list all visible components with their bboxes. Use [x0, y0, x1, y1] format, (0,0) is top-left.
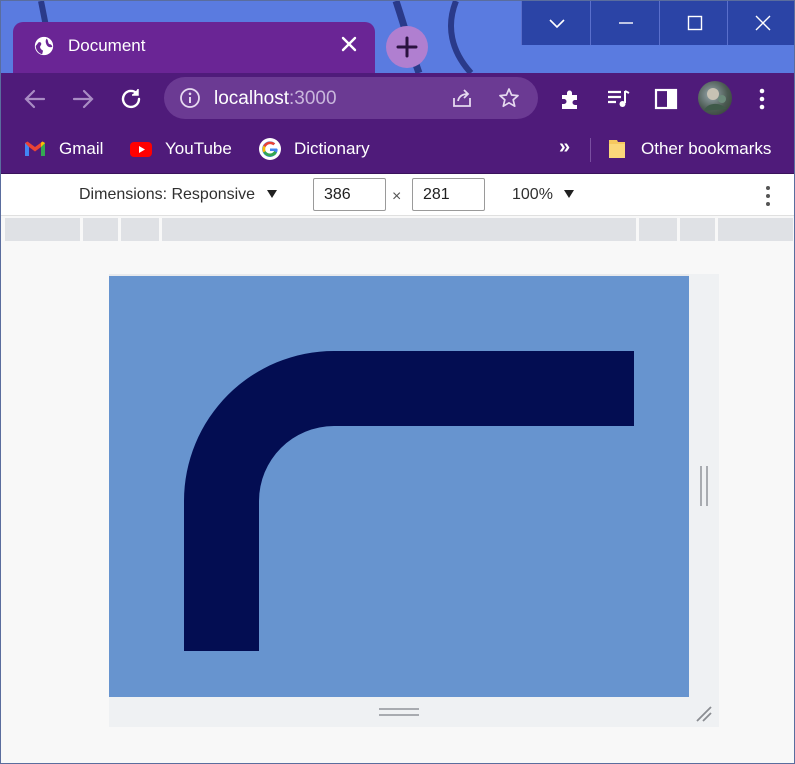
resize-handle-right[interactable] — [689, 274, 719, 697]
rounded-corner-shape — [184, 351, 634, 651]
media-query-segment[interactable] — [121, 218, 159, 241]
minimize-icon — [618, 22, 633, 24]
media-query-bar — [1, 216, 794, 243]
bookmark-dictionary[interactable]: Dictionary — [258, 137, 370, 161]
maximize-icon — [687, 15, 702, 31]
reload-icon[interactable] — [118, 86, 144, 112]
horizontal-grip-icon — [379, 708, 419, 716]
bookmark-gmail[interactable]: Gmail — [23, 137, 103, 161]
chevron-down-icon — [549, 19, 565, 29]
url-text: localhost:3000 — [214, 88, 337, 110]
height-input[interactable] — [412, 178, 485, 211]
google-icon — [259, 138, 281, 160]
gmail-icon — [25, 141, 45, 156]
share-icon[interactable] — [450, 86, 474, 110]
tab-search-button[interactable] — [521, 1, 590, 45]
browser-toolbar: localhost:3000 — [1, 73, 794, 125]
profile-avatar[interactable] — [698, 81, 732, 115]
url-host: localhost — [214, 88, 289, 109]
bookmark-label: Other bookmarks — [641, 139, 772, 158]
window-controls — [521, 1, 794, 45]
resize-handle-bottom[interactable] — [109, 697, 719, 727]
bookmarks-bar: Gmail YouTube Dictionary » Other bookmar… — [1, 125, 794, 174]
bookmark-label: Dictionary — [294, 139, 370, 158]
puzzle-icon[interactable] — [558, 86, 584, 112]
media-query-segment[interactable] — [639, 218, 677, 241]
bookmark-youtube[interactable]: YouTube — [129, 137, 232, 161]
info-icon[interactable] — [179, 87, 201, 109]
close-icon — [755, 15, 771, 31]
close-window-button[interactable] — [727, 1, 794, 45]
resize-corner-icon[interactable] — [693, 703, 713, 723]
zoom-label: 100% — [512, 186, 553, 203]
star-icon[interactable] — [497, 86, 521, 110]
youtube-icon — [130, 142, 152, 157]
kebab-menu-icon[interactable] — [761, 184, 775, 208]
viewport-stage — [1, 243, 794, 763]
side-panel-icon[interactable] — [653, 86, 679, 112]
media-queue-icon[interactable] — [605, 86, 631, 112]
folder-icon — [609, 140, 625, 158]
avatar-image — [704, 88, 726, 111]
forward-arrow-icon[interactable] — [70, 86, 96, 112]
bookmarks-overflow-button[interactable]: » — [559, 136, 570, 159]
media-query-segment[interactable] — [83, 218, 118, 241]
globe-icon — [34, 36, 54, 56]
media-query-segment[interactable] — [718, 218, 793, 241]
tab-strip: Document — [1, 1, 794, 73]
width-input[interactable] — [313, 178, 386, 211]
dropdown-arrow-icon — [564, 190, 575, 198]
bookmark-label: Gmail — [59, 139, 104, 158]
minimize-button[interactable] — [589, 1, 659, 45]
dimensions-label: Dimensions: Responsive — [79, 186, 256, 203]
tab-title: Document — [68, 36, 146, 55]
bookmarks-separator — [590, 138, 591, 162]
media-query-segment[interactable] — [162, 218, 636, 241]
new-tab-button[interactable] — [386, 26, 428, 68]
tab-document[interactable]: Document — [13, 22, 375, 73]
kebab-menu-icon[interactable] — [749, 86, 775, 112]
media-query-segment[interactable] — [5, 218, 80, 241]
media-query-segment[interactable] — [680, 218, 715, 241]
times-sign: × — [392, 188, 402, 205]
device-toolbar: Dimensions: Responsive × 100% — [1, 174, 794, 216]
dimensions-dropdown[interactable]: Dimensions: Responsive — [79, 186, 278, 204]
vertical-grip-icon — [700, 466, 708, 506]
bookmark-label: YouTube — [165, 139, 232, 158]
url-port: :3000 — [289, 88, 337, 109]
address-bar[interactable]: localhost:3000 — [164, 77, 538, 119]
browser-window: Document localhost:3000 Gmail YouTube Di… — [0, 0, 795, 764]
plus-icon — [396, 36, 418, 58]
dropdown-arrow-icon — [266, 190, 277, 198]
back-arrow-icon[interactable] — [22, 86, 48, 112]
other-bookmarks[interactable]: Other bookmarks — [605, 137, 771, 161]
zoom-dropdown[interactable]: 100% — [512, 186, 575, 204]
emulated-page — [109, 274, 689, 697]
close-icon[interactable] — [339, 34, 359, 54]
maximize-button[interactable] — [658, 1, 728, 45]
l-shape-graphic — [184, 351, 634, 651]
